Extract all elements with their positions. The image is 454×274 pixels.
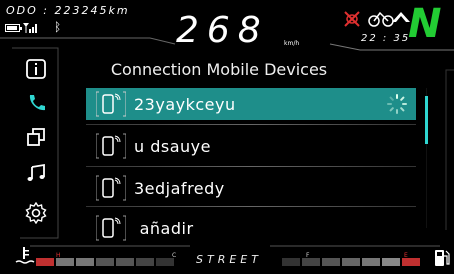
device-row-1[interactable]: 23yaykceyu (86, 88, 416, 120)
device-name: u dsauye (134, 136, 211, 156)
traction-control-icon (368, 11, 394, 27)
device-name: 23yaykceyu (134, 94, 236, 114)
odometer-readout: ODO : 223245km (6, 4, 130, 17)
sidebar-item-phone[interactable] (22, 90, 50, 116)
divider (86, 206, 416, 207)
music-note-icon (27, 163, 45, 181)
page-title: Connection Mobile Devices (110, 60, 328, 79)
windows-icon (27, 128, 45, 146)
speed-unit: km/h (284, 40, 300, 47)
sidebar-item-music[interactable] (22, 160, 50, 186)
divider (86, 166, 416, 167)
device-row-add[interactable]: añadir (86, 212, 416, 244)
gauge-label-cold: C (172, 252, 177, 259)
device-row-3[interactable]: 3edjafredy (86, 172, 416, 204)
phone-device-icon (95, 215, 127, 241)
phone-device-icon (95, 175, 127, 201)
phone-device-icon (95, 133, 127, 159)
gauge-label-empty: E (404, 252, 408, 259)
device-row-2[interactable]: u dsauye (86, 130, 416, 162)
sidebar-item-info[interactable] (22, 56, 50, 82)
clock: 22 : 35 (361, 33, 411, 44)
speed-value: 268 (176, 10, 269, 51)
phone-device-icon (95, 91, 127, 117)
gauge-label-hot: H (56, 252, 61, 259)
scrollbar-thumb[interactable] (425, 96, 428, 144)
device-name: 3edjafredy (134, 178, 225, 198)
phone-icon (29, 95, 45, 111)
battery-icon (5, 24, 22, 32)
loading-spinner-icon (387, 94, 407, 114)
coolant-temperature-icon (15, 247, 35, 264)
gear-indicator: N (408, 1, 442, 47)
gear-icon (25, 202, 47, 224)
fuel-pump-icon (435, 250, 450, 266)
signal-icon (23, 23, 37, 33)
gauge-label-full: F (306, 252, 310, 259)
riding-mode: STREET (196, 253, 262, 266)
warning-crossed-icon (344, 11, 360, 27)
bluetooth-icon: ᛒ (54, 20, 62, 34)
device-name: añadir (134, 218, 194, 238)
sidebar-item-settings[interactable] (22, 200, 50, 226)
info-icon (26, 59, 46, 79)
sidebar-item-windows[interactable] (22, 124, 50, 150)
divider (86, 124, 416, 125)
